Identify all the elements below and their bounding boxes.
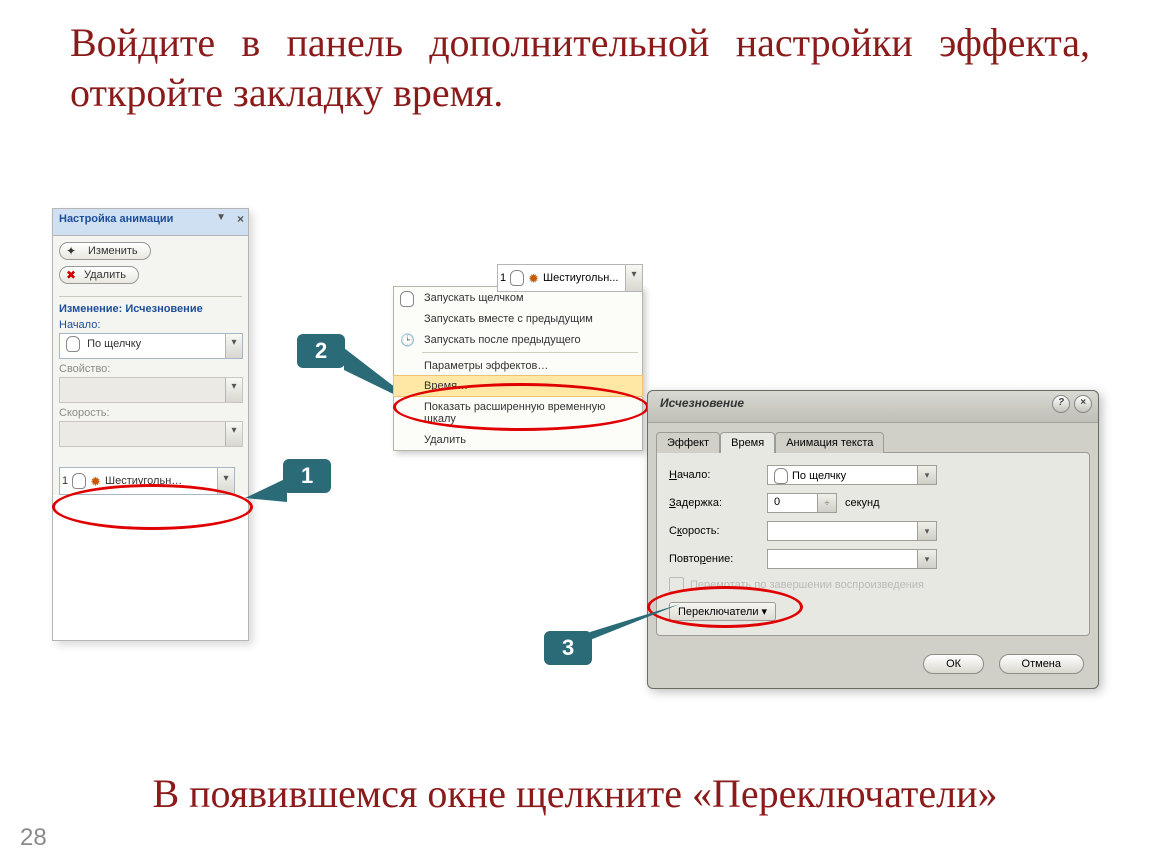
mouse-icon (66, 336, 80, 352)
start-label: Начало: (59, 319, 242, 331)
menu-separator (422, 352, 638, 353)
dlg-delay-input[interactable]: 0÷ (767, 493, 837, 513)
animation-pane-title: Настройка анимации ▼ × (53, 208, 248, 236)
slide-footer-text: В появившемся окне щелкните «Переключате… (20, 770, 1130, 817)
speed-combo: ▾ (59, 421, 243, 447)
dlg-delay-label: Задержка: (669, 497, 759, 509)
dlg-start-combo[interactable]: По щелчку▾ (767, 465, 937, 485)
chevron-down-icon[interactable]: ▾ (217, 468, 234, 494)
mouse-icon (72, 473, 86, 489)
animation-list-item[interactable]: 1 ✹ Шестиугольн… ▾ (59, 467, 235, 495)
tab-text-animation[interactable]: Анимация текста (775, 432, 884, 453)
menu-item-timing[interactable]: Время… (393, 375, 643, 397)
checkbox-icon (669, 577, 684, 592)
dlg-speed-label: Скорость: (669, 525, 759, 537)
chevron-down-icon: ▾ (225, 422, 242, 446)
dialog-tabs: Эффект Время Анимация текста (656, 431, 1090, 452)
chevron-down-icon[interactable]: ▾ (225, 334, 242, 358)
dlg-rewind-checkbox: Перемотать по завершении воспроизведения (669, 577, 1077, 592)
delete-button-label: Удалить (84, 269, 126, 281)
mouse-icon (510, 270, 524, 286)
dlg-rewind-label: Перемотать по завершении воспроизведения (690, 579, 924, 591)
ok-button[interactable]: ОК (923, 654, 984, 674)
delete-icon: ✖ (66, 268, 76, 282)
menu-item-effect-options[interactable]: Параметры эффектов… (394, 355, 642, 376)
menu-item-start-with[interactable]: Запускать вместе с предыдущим (394, 308, 642, 329)
callout-arrow-3 (590, 600, 680, 640)
dropdown-icon[interactable]: ▼ (216, 212, 226, 223)
star-icon: ✹ (528, 272, 539, 285)
start-combo[interactable]: По щелчку ▾ (59, 333, 243, 359)
cancel-button[interactable]: Отмена (999, 654, 1084, 674)
start-value: По щелчку (87, 338, 141, 350)
double-chevron-icon: ▾ (762, 606, 768, 618)
page-number: 28 (20, 824, 47, 852)
header-number: 1 (500, 272, 506, 284)
list-item-text: Шестиугольн… (105, 475, 182, 487)
speed-label: Скорость: (59, 407, 242, 419)
change-button-label: Изменить (88, 245, 138, 257)
property-label: Свойство: (59, 363, 242, 375)
menu-item-start-click[interactable]: Запускать щелчком (394, 287, 642, 308)
dlg-delay-unit: секунд (845, 497, 880, 509)
list-item-number: 1 (62, 475, 68, 487)
chevron-down-icon[interactable]: ▾ (917, 522, 936, 540)
clock-icon: 🕒 (400, 333, 415, 347)
dialog-title-text: Исчезновение (660, 396, 744, 410)
callout-2: 2 (297, 334, 345, 368)
delete-button[interactable]: ✖ Удалить (59, 266, 139, 284)
animation-pane: Настройка анимации ▼ × ✦ Изменить ✖ Удалит… (52, 208, 249, 641)
close-icon[interactable]: × (237, 212, 244, 226)
animation-pane-title-text: Настройка анимации (59, 213, 173, 225)
section-label: Изменение: Исчезновение (59, 296, 242, 315)
star-icon: ✹ (90, 475, 101, 488)
close-icon[interactable]: × (1074, 395, 1092, 413)
dialog-titlebar: Исчезновение ? × (648, 391, 1098, 423)
property-combo: ▾ (59, 377, 243, 403)
menu-item-start-after[interactable]: 🕒Запускать после предыдущего (394, 329, 642, 350)
chevron-down-icon[interactable]: ▾ (917, 466, 936, 484)
timing-dialog: Исчезновение ? × Эффект Время Анимация т… (647, 390, 1099, 689)
callout-arrow-1 (245, 478, 287, 508)
header-text: Шестиугольн... (543, 272, 618, 284)
menu-item-remove[interactable]: Удалить (394, 429, 642, 450)
tab-timing[interactable]: Время (720, 432, 775, 453)
slide-title: Войдите в панель дополнительной настройк… (70, 18, 1090, 118)
change-button[interactable]: ✦ Изменить (59, 242, 151, 260)
mouse-icon (400, 291, 414, 307)
help-icon[interactable]: ? (1052, 395, 1070, 413)
dlg-speed-combo[interactable]: ▾ (767, 521, 937, 541)
star-icon: ✦ (66, 244, 76, 258)
chevron-down-icon[interactable]: ▾ (917, 550, 936, 568)
tab-effect[interactable]: Эффект (656, 432, 720, 453)
callout-3: 3 (544, 631, 592, 665)
triggers-button[interactable]: Переключатели ▾ (669, 602, 776, 621)
dlg-start-label: Начало: (669, 469, 759, 481)
spinner-icon[interactable]: ÷ (817, 494, 836, 512)
menu-item-show-timeline[interactable]: Показать расширенную временную шкалу (394, 396, 642, 429)
dlg-repeat-combo[interactable]: ▾ (767, 549, 937, 569)
mouse-icon (774, 468, 788, 484)
context-menu: 1 ✹ Шестиугольн... ▾ Запускать щелчком З… (393, 286, 643, 451)
callout-1: 1 (283, 459, 331, 493)
dlg-repeat-label: Повторение: (669, 553, 759, 565)
chevron-down-icon: ▾ (225, 378, 242, 402)
